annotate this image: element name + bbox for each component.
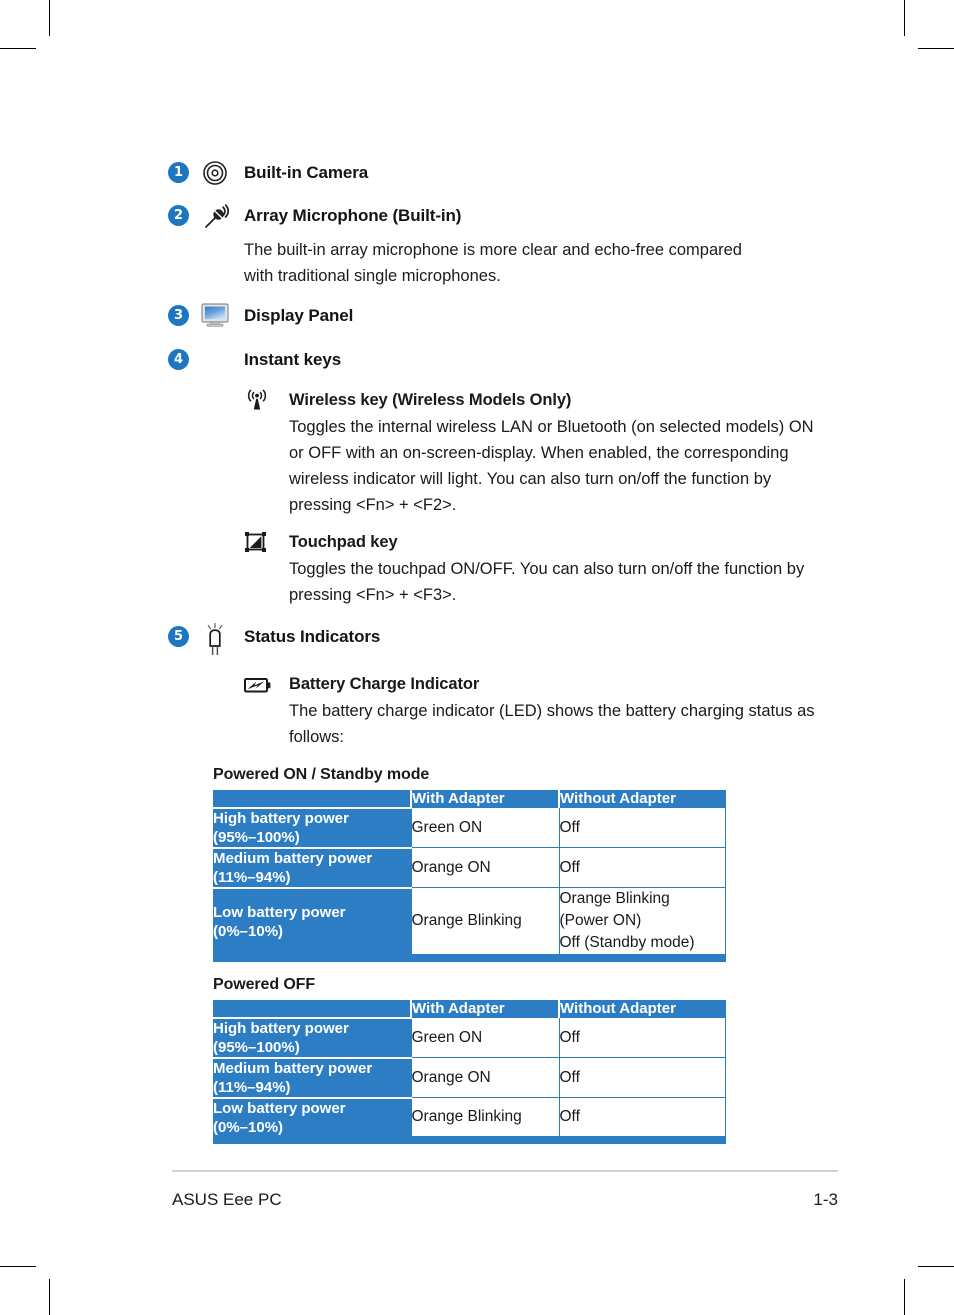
entry-body: The built-in array microphone is more cl… bbox=[244, 241, 742, 285]
instant-key-title: Wireless key (Wireless Models Only) bbox=[289, 391, 572, 409]
page-footer: ASUS Eee PC 1-3 bbox=[172, 1190, 838, 1210]
crop-mark-bottom-left-horizontal bbox=[0, 1266, 36, 1267]
row-label: Low battery power (0%–10%) bbox=[213, 1097, 411, 1137]
instant-key-body: Toggles the touchpad ON/OFF. You can als… bbox=[289, 560, 805, 604]
cell-without-adapter: Off bbox=[558, 1097, 726, 1137]
row-label-line1: Low battery power bbox=[213, 903, 346, 921]
page-content: 1 Built-in Camera 2 Array Microphone (Bu… bbox=[168, 160, 840, 1144]
entry-array-microphone: 2 Array Microphone (Built-in) The built-… bbox=[168, 203, 840, 289]
row-label: Medium battery power (11%–94%) bbox=[213, 847, 411, 889]
entry-number-badge: 5 bbox=[168, 626, 189, 647]
table-row: Medium battery power (11%–94%) Orange ON… bbox=[213, 1057, 726, 1099]
cell-with-adapter: Orange Blinking bbox=[410, 1097, 560, 1137]
row-label-line1: High battery power bbox=[213, 809, 349, 827]
row-label-line2: (0%–10%) bbox=[213, 922, 284, 940]
instant-key-body: Toggles the internal wireless LAN or Blu… bbox=[289, 418, 814, 514]
row-label-line2: (0%–10%) bbox=[213, 1118, 284, 1136]
entry-title: Built-in Camera bbox=[244, 163, 369, 182]
table-row: Medium battery power (11%–94%) Orange ON… bbox=[213, 847, 726, 889]
row-label-line1: Medium battery power bbox=[213, 849, 373, 867]
cell-with-adapter: Orange ON bbox=[410, 1057, 560, 1098]
table-row: High battery power (95%–100%) Green ON O… bbox=[213, 807, 726, 849]
entry-title: Instant keys bbox=[244, 350, 342, 369]
entry-number-badge: 1 bbox=[168, 162, 189, 183]
row-label: High battery power (95%–100%) bbox=[213, 807, 411, 849]
battery-table-powered-on: With Adapter Without Adapter High batter… bbox=[213, 790, 726, 962]
crop-mark-bottom-left-vertical bbox=[49, 1279, 50, 1315]
cell-without-adapter: Off bbox=[558, 1057, 726, 1098]
table-header-with-adapter: With Adapter bbox=[410, 1000, 559, 1018]
table-header-without-adapter: Without Adapter bbox=[558, 790, 725, 808]
battery-table-powered-off: With Adapter Without Adapter High batter… bbox=[213, 1000, 726, 1144]
cell-with-adapter: Green ON bbox=[410, 1017, 560, 1058]
crop-mark-top-left-horizontal bbox=[0, 48, 36, 49]
table-header-row: With Adapter Without Adapter bbox=[213, 790, 725, 809]
row-label-line1: Low battery power bbox=[213, 1099, 346, 1117]
table-header-blank bbox=[213, 790, 411, 809]
row-label-line2: (95%–100%) bbox=[213, 1038, 300, 1056]
entry-display-panel: 3 Display Panel bbox=[168, 303, 840, 337]
wireless-icon bbox=[244, 389, 274, 413]
cell-with-adapter: Orange Blinking bbox=[410, 887, 560, 955]
table-row: Low battery power (0%–10%) Orange Blinki… bbox=[213, 887, 726, 955]
table-header-with-adapter: With Adapter bbox=[410, 790, 559, 808]
entry-title: Display Panel bbox=[244, 306, 354, 325]
row-label-line2: (11%–94%) bbox=[213, 868, 291, 886]
entry-instant-keys: 4 Instant keys bbox=[168, 347, 840, 381]
touchpad-icon bbox=[244, 531, 274, 555]
entry-status-indicators: 5 Status Indicators bbox=[168, 622, 840, 658]
camera-icon bbox=[194, 160, 236, 194]
row-label-line2: (11%–94%) bbox=[213, 1078, 291, 1096]
footer-page-number: 1-3 bbox=[813, 1190, 838, 1209]
entry-number-badge: 2 bbox=[168, 205, 189, 226]
table-header-row: With Adapter Without Adapter bbox=[213, 1000, 725, 1019]
cell-without-adapter: Orange Blinking (Power ON) Off (Standby … bbox=[558, 887, 726, 955]
table-heading-powered-on: Powered ON / Standby mode bbox=[213, 766, 430, 783]
row-label: Low battery power (0%–10%) bbox=[213, 887, 411, 955]
row-label-line2: (95%–100%) bbox=[213, 828, 300, 846]
cell-without-adapter: Off bbox=[558, 1017, 726, 1058]
status-indicator-body: The battery charge indicator (LED) shows… bbox=[289, 702, 815, 746]
microphone-icon bbox=[194, 203, 236, 237]
entry-number-badge: 4 bbox=[168, 349, 189, 370]
row-label: High battery power (95%–100%) bbox=[213, 1017, 411, 1059]
entry-title: Array Microphone (Built-in) bbox=[244, 206, 462, 225]
row-label-line1: High battery power bbox=[213, 1019, 349, 1037]
table-footer-strip bbox=[213, 1136, 725, 1144]
table-row: Low battery power (0%–10%) Orange Blinki… bbox=[213, 1097, 726, 1137]
battery-charge-icon bbox=[244, 673, 274, 697]
table-footer-strip bbox=[213, 954, 725, 962]
table-header-blank bbox=[213, 1000, 411, 1019]
entry-title: Status Indicators bbox=[244, 627, 381, 646]
table-heading-powered-off: Powered OFF bbox=[213, 976, 316, 993]
status-indicator-title: Battery Charge Indicator bbox=[289, 675, 480, 693]
table-header-without-adapter: Without Adapter bbox=[558, 1000, 725, 1018]
instant-key-touchpad: Touchpad key Toggles the touchpad ON/OFF… bbox=[244, 530, 840, 608]
instant-key-wireless: Wireless key (Wireless Models Only) Togg… bbox=[244, 388, 840, 518]
crop-mark-bottom-right-vertical bbox=[904, 1279, 905, 1315]
table-row: High battery power (95%–100%) Green ON O… bbox=[213, 1017, 726, 1059]
row-label-line1: Medium battery power bbox=[213, 1059, 373, 1077]
row-label: Medium battery power (11%–94%) bbox=[213, 1057, 411, 1099]
cell-without-adapter: Off bbox=[558, 807, 726, 848]
instant-key-title: Touchpad key bbox=[289, 533, 398, 551]
led-indicator-icon bbox=[194, 622, 236, 656]
display-panel-icon bbox=[194, 303, 236, 337]
cell-with-adapter: Orange ON bbox=[410, 847, 560, 888]
entry-built-in-camera: 1 Built-in Camera bbox=[168, 160, 840, 196]
footer-divider bbox=[172, 1170, 838, 1172]
crop-mark-top-right-horizontal bbox=[918, 48, 954, 49]
cell-with-adapter: Green ON bbox=[410, 807, 560, 848]
status-indicator-battery: Battery Charge Indicator The battery cha… bbox=[244, 672, 840, 750]
table-foot-bar bbox=[213, 1136, 725, 1144]
footer-product-name: ASUS Eee PC bbox=[172, 1190, 282, 1209]
crop-mark-top-left-vertical bbox=[49, 0, 50, 36]
cell-without-adapter: Off bbox=[558, 847, 726, 888]
crop-mark-bottom-right-horizontal bbox=[918, 1266, 954, 1267]
table-foot-bar bbox=[213, 954, 725, 962]
crop-mark-top-right-vertical bbox=[904, 0, 905, 36]
entry-number-badge: 3 bbox=[168, 305, 189, 326]
